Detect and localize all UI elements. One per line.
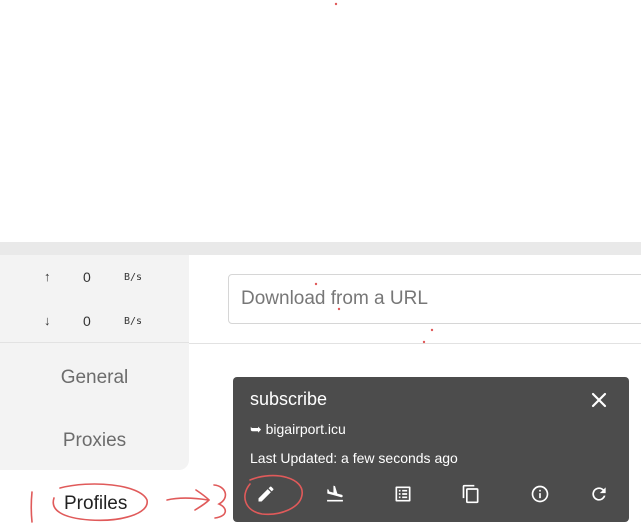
profile-host: ➥ bigairport.icu [250,421,346,437]
traffic-panel: ↑ 0 B/s ↓ 0 B/s [0,255,189,343]
refresh-icon[interactable] [586,481,612,507]
close-icon[interactable] [588,389,610,411]
profile-actions [233,481,629,507]
list-icon[interactable] [390,481,416,507]
info-icon[interactable] [527,481,553,507]
profile-card[interactable]: subscribe ➥ bigairport.icu Last Updated:… [233,377,629,522]
edit-icon[interactable] [253,481,279,507]
upload-value: 0 [83,269,91,285]
download-arrow-icon: ↓ [44,313,51,328]
content-divider [189,343,641,344]
flight-land-icon[interactable] [322,481,348,507]
header-divider [0,242,641,255]
copy-icon[interactable] [458,481,484,507]
nav-item-proxies[interactable]: Proxies [0,430,189,452]
upload-unit: B/s [124,272,143,283]
nav-item-profiles[interactable]: Profiles [64,493,127,515]
upload-arrow-icon: ↑ [44,269,51,284]
profile-title: subscribe [250,389,328,409]
sidebar: ↑ 0 B/s ↓ 0 B/s General Proxies [0,255,189,470]
url-download-box[interactable] [228,274,641,324]
upload-speed: ↑ 0 B/s [0,267,189,287]
profile-last-updated: Last Updated: a few seconds ago [250,450,458,466]
url-input[interactable] [229,275,641,323]
nav-item-general[interactable]: General [0,367,189,389]
app-window: ↑ 0 B/s ↓ 0 B/s General Proxies Profiles… [0,0,641,531]
blank-area [0,0,641,242]
download-value: 0 [83,313,91,329]
download-unit: B/s [124,316,143,327]
download-speed: ↓ 0 B/s [0,311,189,331]
